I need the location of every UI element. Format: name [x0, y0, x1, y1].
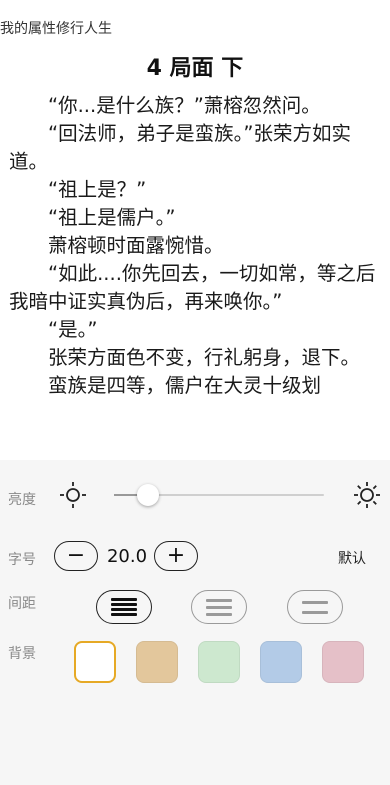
brightness-slider-thumb[interactable] — [136, 484, 159, 506]
background-swatch-tan[interactable] — [136, 641, 178, 683]
spacing-tight-button[interactable] — [96, 590, 152, 624]
spacing-line — [111, 598, 137, 601]
spacing-medium-button[interactable] — [191, 590, 247, 624]
sun-bright-icon — [354, 482, 380, 508]
paragraph: “如此....你先回去，一切如常，等之后我暗中证实真伪后，再来唤你。” — [9, 262, 376, 313]
paragraph: “是。” — [48, 318, 98, 341]
font-size-default-button[interactable]: 默认 — [338, 548, 366, 568]
spacing-label: 间距 — [8, 596, 36, 612]
background-label: 背景 — [8, 646, 36, 662]
spacing-line — [206, 599, 232, 602]
font-size-increase-button[interactable]: + — [154, 541, 198, 571]
spacing-line — [302, 601, 328, 604]
reading-settings-panel: 亮度 字号 − 20.0 + 默认 间距 背景 — [0, 460, 390, 785]
font-size-value: 20.0 — [106, 546, 148, 567]
background-swatch-pink[interactable] — [322, 641, 364, 683]
spacing-line — [206, 613, 232, 616]
minus-icon: − — [66, 543, 86, 568]
brightness-label: 亮度 — [8, 492, 36, 508]
book-title: 我的属性修行人生 — [0, 21, 112, 37]
chapter-body: “你...是什么族？”萧榕忽然问。 “回法师，弟子是蛮族。”张荣方如实道。 “祖… — [9, 92, 383, 400]
background-swatch-green[interactable] — [198, 641, 240, 683]
paragraph: 萧榕顿时面露惋惜。 — [48, 234, 224, 257]
spacing-loose-button[interactable] — [287, 590, 343, 624]
paragraph: 蛮族是四等，儒户在大灵十级划 — [48, 374, 322, 397]
spacing-line — [111, 613, 137, 616]
spacing-line — [206, 606, 232, 609]
spacing-line — [111, 603, 137, 606]
spacing-line — [111, 608, 137, 611]
background-swatch-blue[interactable] — [260, 641, 302, 683]
background-swatch-white[interactable] — [74, 641, 116, 683]
plus-icon: + — [166, 543, 186, 568]
sun-dim-icon — [60, 482, 86, 508]
chapter-title: 4 局面 下 — [146, 56, 244, 81]
font-size-decrease-button[interactable]: − — [54, 541, 98, 571]
paragraph: “祖上是儒户。” — [48, 206, 176, 229]
paragraph: “祖上是？” — [48, 178, 147, 201]
paragraph: “回法师，弟子是蛮族。”张荣方如实道。 — [9, 122, 351, 173]
reader-page[interactable]: 我的属性修行人生 4 局面 下 “你...是什么族？”萧榕忽然问。 “回法师，弟… — [0, 0, 390, 460]
spacing-line — [302, 611, 328, 614]
font-size-label: 字号 — [8, 552, 36, 568]
paragraph: “你...是什么族？”萧榕忽然问。 — [48, 94, 321, 117]
paragraph: 张荣方面色不变，行礼躬身，退下。 — [48, 346, 361, 369]
